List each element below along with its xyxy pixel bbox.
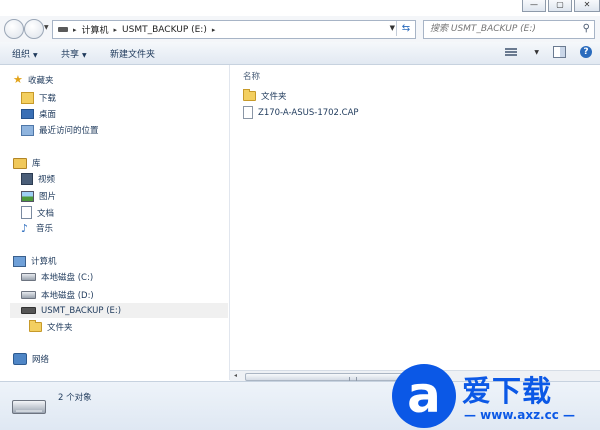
window-controls: — ▢ ✕ — [522, 0, 600, 12]
nav-item-label: 图片 — [39, 192, 57, 202]
list-item[interactable]: 文件夹 — [243, 89, 287, 102]
chevron-down-icon[interactable]: ▼ — [534, 49, 539, 56]
minimize-button[interactable]: — — [522, 0, 546, 12]
file-name: Z170-A-ASUS-1702.CAP — [258, 107, 359, 118]
close-button[interactable]: ✕ — [574, 0, 600, 12]
video-icon — [21, 173, 33, 185]
help-icon[interactable]: ? — [580, 46, 592, 58]
nav-item-music[interactable]: ♪ 音乐 — [21, 221, 54, 235]
nav-network-label: 网络 — [32, 355, 50, 365]
watermark-logo: a 爱下载 — www.axz.cc — — [392, 364, 600, 429]
command-bar: 组织 ▼ 共享 ▼ 新建文件夹 ▼ ? — [0, 42, 600, 65]
folder-icon — [29, 320, 42, 332]
nav-item-videos[interactable]: 视频 — [21, 173, 55, 185]
chevron-down-icon: ▼ — [33, 52, 38, 59]
new-folder-button[interactable]: 新建文件夹 — [110, 47, 155, 60]
nav-network[interactable]: 网络 — [13, 353, 49, 365]
breadcrumb-computer[interactable]: 计算机 — [82, 23, 109, 36]
organize-label: 组织 — [12, 50, 31, 60]
hard-drive-icon — [21, 291, 36, 299]
drive-icon — [58, 27, 68, 32]
nav-item-label: 下载 — [39, 94, 57, 104]
nav-item-label: 桌面 — [39, 110, 57, 120]
hard-drive-icon — [21, 273, 36, 281]
share-button[interactable]: 共享 ▼ — [61, 47, 87, 60]
file-icon — [243, 106, 253, 119]
watermark-text: 爱下载 — [462, 374, 553, 408]
column-header-name[interactable]: 名称 — [243, 70, 260, 82]
nav-item-documents[interactable]: 文档 — [21, 206, 54, 219]
nav-item-label: 本地磁盘 (D:) — [41, 291, 94, 301]
nav-item-label: 本地磁盘 (C:) — [41, 273, 94, 283]
watermark-glyph: a — [407, 366, 441, 424]
star-icon: ★ — [13, 73, 23, 86]
computer-icon — [13, 255, 26, 267]
list-item[interactable]: Z170-A-ASUS-1702.CAP — [243, 106, 359, 119]
network-icon — [13, 353, 27, 365]
nav-item-downloads[interactable]: 下载 — [21, 92, 56, 104]
desktop-icon — [21, 109, 34, 119]
nav-libraries[interactable]: 库 — [13, 157, 41, 169]
nav-item-subfolder[interactable]: 文件夹 — [29, 320, 73, 333]
item-count: 2 个对象 — [58, 393, 92, 403]
nav-item-drive-c[interactable]: 本地磁盘 (C:) — [21, 271, 93, 283]
nav-computer-label: 计算机 — [31, 257, 57, 267]
nav-computer[interactable]: 计算机 — [13, 255, 57, 267]
file-list: 名称 文件夹 Z170-A-ASUS-1702.CAP — [230, 65, 600, 370]
nav-item-drive-e[interactable]: USMT_BACKUP (E:) — [10, 303, 228, 318]
nav-item-label: 文件夹 — [47, 323, 73, 333]
document-icon — [21, 206, 32, 219]
preview-pane-icon[interactable] — [553, 46, 566, 58]
search-icon[interactable]: ⚲ — [583, 23, 590, 34]
search-input[interactable] — [424, 21, 570, 36]
address-dropdown-icon[interactable]: ▼ — [390, 24, 395, 32]
watermark-url: — www.axz.cc — — [464, 408, 576, 422]
nav-item-label: 最近访问的位置 — [39, 126, 99, 136]
chevron-right-icon[interactable]: ▸ — [73, 26, 77, 34]
recent-places-icon — [21, 124, 34, 136]
nav-item-pictures[interactable]: 图片 — [21, 190, 56, 202]
download-folder-icon — [21, 92, 34, 104]
maximize-button[interactable]: ▢ — [548, 0, 572, 12]
view-options-icon[interactable] — [505, 47, 518, 57]
back-button[interactable] — [4, 19, 24, 39]
nav-item-label: 视频 — [38, 175, 56, 185]
address-bar-row: ▼ ▸ 计算机 ▸ USMT_BACKUP (E:) ▸ ▼ ⇆ ⚲ — [0, 16, 600, 42]
nav-item-drive-d[interactable]: 本地磁盘 (D:) — [21, 289, 94, 301]
refresh-icon[interactable]: ⇆ — [396, 21, 415, 36]
navigation-pane: ★ 收藏夹 下载 桌面 最近访问的位置 库 视频 图片 文档 ♪ 音乐 计算机 … — [0, 65, 230, 380]
nav-item-label: USMT_BACKUP (E:) — [41, 305, 122, 316]
chevron-right-icon[interactable]: ▸ — [114, 26, 118, 34]
chevron-down-icon: ▼ — [82, 52, 87, 59]
library-icon — [13, 157, 27, 169]
forward-button[interactable] — [24, 19, 44, 39]
address-input[interactable]: ▸ 计算机 ▸ USMT_BACKUP (E:) ▸ ▼ ⇆ — [52, 20, 416, 39]
nav-item-recent[interactable]: 最近访问的位置 — [21, 124, 99, 136]
nav-item-label: 文档 — [37, 208, 55, 219]
breadcrumb-drive[interactable]: USMT_BACKUP (E:) — [122, 25, 207, 35]
folder-icon — [243, 89, 256, 101]
picture-icon — [21, 190, 34, 202]
nav-favorites-label: 收藏夹 — [28, 76, 54, 86]
nav-item-desktop[interactable]: 桌面 — [21, 108, 56, 120]
chevron-right-icon[interactable]: ▸ — [212, 26, 216, 34]
nav-item-label: 音乐 — [36, 224, 54, 234]
usb-drive-large-icon — [12, 400, 46, 414]
nav-libraries-label: 库 — [32, 159, 41, 169]
nav-favorites[interactable]: ★ 收藏夹 — [13, 74, 54, 86]
organize-button[interactable]: 组织 ▼ — [12, 47, 38, 60]
share-label: 共享 — [61, 50, 80, 60]
file-name: 文件夹 — [261, 92, 287, 102]
usb-drive-icon — [21, 307, 36, 314]
recent-pages-dropdown-icon[interactable]: ▼ — [44, 24, 49, 31]
music-icon: ♪ — [21, 221, 29, 235]
scroll-left-icon[interactable]: ◂ — [234, 372, 237, 379]
search-box[interactable]: ⚲ — [423, 20, 595, 39]
toolbar-right: ▼ ? — [505, 46, 592, 58]
